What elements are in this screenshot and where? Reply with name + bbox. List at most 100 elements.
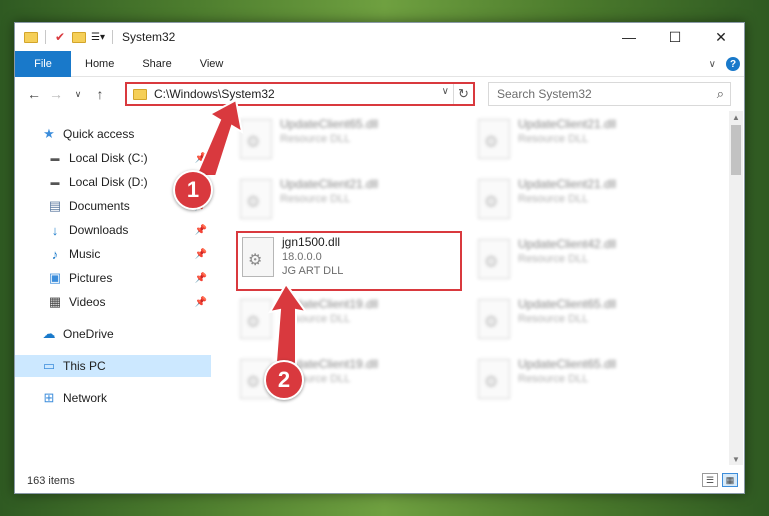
dll-file-icon: ⚙ (478, 359, 510, 399)
file-type: Resource DLL (518, 193, 589, 205)
documents-icon: ▤ (48, 198, 62, 213)
tab-file[interactable]: File (15, 50, 71, 77)
sidebar-item-network[interactable]: ⊞ Network (15, 387, 211, 409)
vertical-scrollbar[interactable]: ▲ ▼ (729, 111, 743, 465)
dll-file-icon: ⚙ (478, 179, 510, 219)
refresh-button[interactable]: ↻ (453, 84, 473, 104)
file-type: Resource DLL (518, 373, 589, 385)
sidebar-item-label: Music (69, 247, 101, 261)
forward-button[interactable]: → (45, 83, 67, 105)
scroll-up-icon[interactable]: ▲ (729, 111, 743, 123)
toolbar-divider (45, 30, 46, 44)
expand-ribbon-icon[interactable]: ∨ (709, 59, 716, 70)
computer-icon: ▭ (42, 358, 56, 373)
pin-icon[interactable]: 📌 (195, 297, 207, 308)
dll-file-icon: ⚙ (240, 119, 272, 159)
sidebar-item-this-pc[interactable]: ▭ This PC (15, 355, 211, 377)
quick-access-toolbar: ✔ ☰▾ (15, 29, 116, 45)
file-item[interactable]: ⚙ UpdateClient21.dll Resource DLL (474, 115, 694, 171)
customize-toolbar-icon[interactable]: ☰▾ (90, 29, 106, 45)
file-type: Resource DLL (518, 253, 589, 265)
explorer-window: ✔ ☰▾ System32 — ☐ ✕ File Home Share View… (14, 22, 745, 494)
address-dropdown-icon[interactable]: ∨ (442, 86, 449, 97)
dll-file-icon: ⚙ (240, 299, 272, 339)
star-icon: ★ (43, 126, 55, 141)
pin-icon[interactable]: 📌 (195, 273, 207, 284)
file-item[interactable]: ⚙ UpdateClient65.dll Resource DLL (474, 295, 694, 351)
file-item[interactable]: ⚙ UpdateClient65.dll Resource DLL (236, 115, 456, 171)
dll-file-icon: ⚙ (242, 237, 274, 277)
item-count: 163 items (27, 475, 75, 487)
address-bar[interactable]: C:\Windows\System32 ∨ ↻ (125, 82, 475, 106)
file-item[interactable]: ⚙ UpdateClient21.dll Resource DLL (474, 175, 694, 231)
scrollbar-thumb[interactable] (731, 125, 741, 175)
back-button[interactable]: ← (23, 83, 45, 105)
file-type: Resource DLL (280, 133, 351, 145)
sidebar-item-videos[interactable]: ▦ Videos 📌 (15, 291, 211, 313)
file-name: UpdateClient19.dll (280, 297, 379, 311)
sidebar-item-label: Pictures (69, 271, 113, 285)
network-icon: ⊞ (43, 390, 55, 405)
music-icon: ♪ (51, 246, 59, 262)
file-type: JG ART DLL (282, 265, 344, 277)
maximize-button[interactable]: ☐ (652, 23, 698, 51)
details-view-icon[interactable]: ☰ (702, 473, 718, 487)
close-button[interactable]: ✕ (698, 23, 744, 51)
navigation-pane: ★ Quick access ▬ Local Disk (C:) 📌 ▬ Loc… (15, 115, 211, 465)
sidebar-item-music[interactable]: ♪ Music 📌 (15, 243, 211, 265)
file-item[interactable]: ⚙ UpdateClient65.dll Resource DLL (474, 355, 694, 411)
sidebar-item-pictures[interactable]: ▣ Pictures 📌 (15, 267, 211, 289)
cloud-icon: ☁ (42, 326, 56, 341)
sidebar-item-quick-access[interactable]: ★ Quick access (15, 123, 211, 145)
up-button[interactable]: ↑ (89, 83, 111, 105)
sidebar-item-label: Local Disk (C:) (69, 151, 148, 165)
navigation-bar: ← → ∨ ↑ C:\Windows\System32 ∨ ↻ Search S… (15, 78, 744, 110)
help-icon[interactable]: ? (726, 57, 740, 71)
drive-icon: ▬ (50, 153, 60, 163)
status-bar: 163 items ☰ ▦ (15, 469, 744, 493)
step-badge-1: 1 (173, 170, 213, 210)
file-name: UpdateClient65.dll (518, 297, 617, 311)
new-folder-icon[interactable] (71, 29, 87, 45)
tab-home[interactable]: Home (71, 51, 128, 77)
file-item-jgn1500[interactable]: ⚙ jgn1500.dll 18.0.0.0 JG ART DLL (236, 231, 462, 291)
tab-share[interactable]: Share (128, 51, 185, 77)
minimize-button[interactable]: — (606, 23, 652, 51)
sidebar-item-local-disk-c[interactable]: ▬ Local Disk (C:) 📌 (15, 147, 211, 169)
videos-icon: ▦ (48, 294, 62, 309)
pin-icon[interactable]: 📌 (195, 153, 207, 164)
dll-file-icon: ⚙ (478, 299, 510, 339)
window-title: System32 (122, 30, 176, 44)
sidebar-item-onedrive[interactable]: ☁ OneDrive (15, 323, 211, 345)
folder-icon (133, 88, 147, 100)
search-box[interactable]: Search System32 ⌕ (488, 82, 731, 106)
file-name: UpdateClient65.dll (518, 357, 617, 371)
sidebar-item-label: Downloads (69, 223, 129, 237)
dll-file-icon: ⚙ (478, 119, 510, 159)
search-icon[interactable]: ⌕ (717, 86, 724, 102)
file-item[interactable]: ⚙ UpdateClient42.dll Resource DLL (474, 235, 694, 291)
pictures-icon: ▣ (48, 270, 62, 285)
file-name: UpdateClient21.dll (518, 117, 617, 131)
folder-icon (23, 29, 39, 45)
pin-icon[interactable]: 📌 (195, 249, 207, 260)
file-item[interactable]: ⚙ UpdateClient19.dll Resource DLL (236, 295, 456, 351)
file-item[interactable]: ⚙ UpdateClient21.dll Resource DLL (236, 175, 456, 231)
file-type: Resource DLL (280, 313, 351, 325)
search-input[interactable]: Search System32 (497, 87, 592, 101)
sidebar-item-label: This PC (63, 359, 106, 373)
pin-icon[interactable]: 📌 (195, 225, 207, 236)
file-name: UpdateClient65.dll (280, 117, 379, 131)
step-badge-2: 2 (264, 360, 304, 400)
tiles-view-icon[interactable]: ▦ (722, 473, 738, 487)
toolbar-divider (112, 30, 113, 44)
file-name: jgn1500.dll (282, 235, 341, 249)
sidebar-item-downloads[interactable]: ↓ Downloads 📌 (15, 219, 211, 241)
tab-view[interactable]: View (186, 51, 238, 77)
properties-icon[interactable]: ✔ (52, 29, 68, 45)
address-path[interactable]: C:\Windows\System32 (154, 87, 275, 101)
view-toggle: ☰ ▦ (702, 473, 738, 487)
file-list: ⚙ UpdateClient65.dll Resource DLL ⚙ Updat… (212, 111, 729, 465)
scroll-down-icon[interactable]: ▼ (729, 453, 743, 465)
recent-locations-button[interactable]: ∨ (67, 83, 89, 105)
